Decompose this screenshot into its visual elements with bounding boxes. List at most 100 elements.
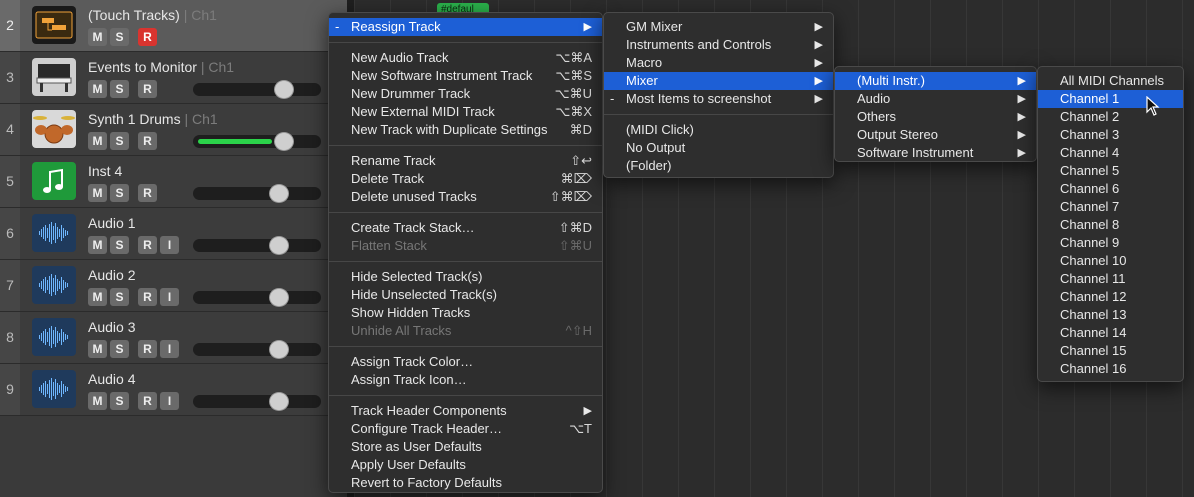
input-monitor-button[interactable]: I bbox=[160, 340, 179, 358]
menu-item-mixer[interactable]: Mixer ▶ bbox=[604, 72, 833, 90]
menu-item-assign-track-icon[interactable]: Assign Track Icon… bbox=[329, 371, 602, 389]
record-enable-button[interactable]: R bbox=[138, 288, 157, 306]
track-row[interactable]: 9 Audio 4 MSRI bbox=[0, 364, 347, 416]
track-name[interactable]: Audio 1 bbox=[88, 215, 135, 231]
menu-item-delete-unused-tracks[interactable]: Delete unused Tracks ⇧⌘⌦ bbox=[329, 188, 602, 206]
track-row[interactable]: 6 Audio 1 MSRI bbox=[0, 208, 347, 260]
volume-slider[interactable] bbox=[193, 340, 321, 359]
track-row[interactable]: 4 Synth 1 Drums | Ch1 M S R bbox=[0, 104, 347, 156]
menu-item-channel-4[interactable]: Channel 4 bbox=[1038, 144, 1183, 162]
volume-knob[interactable] bbox=[269, 288, 289, 307]
mute-button[interactable]: M bbox=[88, 340, 107, 358]
menu-item-store-as-user-defaults[interactable]: Store as User Defaults bbox=[329, 438, 602, 456]
menu-item-new-external-midi-track[interactable]: New External MIDI Track ⌥⌘X bbox=[329, 103, 602, 121]
track-name[interactable]: Synth 1 Drums | Ch1 bbox=[88, 111, 218, 127]
menu-item-new-audio-track[interactable]: New Audio Track ⌥⌘A bbox=[329, 49, 602, 67]
track-row[interactable]: 5 Inst 4 MSR bbox=[0, 156, 347, 208]
mute-button[interactable]: M bbox=[88, 236, 107, 254]
menu-item-apply-user-defaults[interactable]: Apply User Defaults bbox=[329, 456, 602, 474]
track-name[interactable]: Audio 2 bbox=[88, 267, 135, 283]
input-monitor-button[interactable]: I bbox=[160, 288, 179, 306]
menu-item-multi-instr[interactable]: (Multi Instr.) ▶ bbox=[835, 72, 1036, 90]
menu-item-rename-track[interactable]: Rename Track ⇧↩ bbox=[329, 152, 602, 170]
volume-knob[interactable] bbox=[269, 184, 289, 203]
menu-item-channel-3[interactable]: Channel 3 bbox=[1038, 126, 1183, 144]
menu-item-channel-16[interactable]: Channel 16 bbox=[1038, 360, 1183, 378]
menu-item-track-header-components[interactable]: Track Header Components ▶ bbox=[329, 402, 602, 420]
solo-button[interactable]: S bbox=[110, 236, 129, 254]
menu-item-show-hidden-tracks[interactable]: Show Hidden Tracks bbox=[329, 304, 602, 322]
menu-item-channel-6[interactable]: Channel 6 bbox=[1038, 180, 1183, 198]
menu-item-channel-9[interactable]: Channel 9 bbox=[1038, 234, 1183, 252]
record-enable-button[interactable]: R bbox=[138, 80, 157, 98]
menu-item-revert-to-factory-defaults[interactable]: Revert to Factory Defaults bbox=[329, 474, 602, 492]
volume-slider[interactable] bbox=[193, 392, 321, 411]
volume-knob[interactable] bbox=[269, 392, 289, 411]
volume-knob[interactable] bbox=[274, 80, 294, 99]
input-monitor-button[interactable]: I bbox=[160, 392, 179, 410]
menu-item-channel-8[interactable]: Channel 8 bbox=[1038, 216, 1183, 234]
track-name[interactable]: Audio 4 bbox=[88, 371, 135, 387]
solo-button[interactable]: S bbox=[110, 392, 129, 410]
track-name[interactable]: Events to Monitor | Ch1 bbox=[88, 59, 234, 75]
volume-slider[interactable] bbox=[193, 236, 321, 255]
mute-button[interactable]: M bbox=[88, 392, 107, 410]
menu-item-new-software-instrument-track[interactable]: New Software Instrument Track ⌥⌘S bbox=[329, 67, 602, 85]
track-row[interactable]: 2 (Touch Tracks) | Ch1 M S R bbox=[0, 0, 347, 52]
menu-item-channel-10[interactable]: Channel 10 bbox=[1038, 252, 1183, 270]
menu-item-all-midi-channels[interactable]: All MIDI Channels bbox=[1038, 72, 1183, 90]
menu-item-channel-5[interactable]: Channel 5 bbox=[1038, 162, 1183, 180]
menu-item-most-items-to-screenshot[interactable]: - Most Items to screenshot ▶ bbox=[604, 90, 833, 108]
mute-button[interactable]: M bbox=[88, 184, 107, 202]
record-enable-button[interactable]: R bbox=[138, 392, 157, 410]
record-enable-button[interactable]: R bbox=[138, 184, 157, 202]
menu-item-channel-11[interactable]: Channel 11 bbox=[1038, 270, 1183, 288]
menu-item-macro[interactable]: Macro ▶ bbox=[604, 54, 833, 72]
menu-item-channel-14[interactable]: Channel 14 bbox=[1038, 324, 1183, 342]
track-row[interactable]: 3 Events to Monitor | Ch1 M S R bbox=[0, 52, 347, 104]
menu-item-channel-2[interactable]: Channel 2 bbox=[1038, 108, 1183, 126]
volume-slider[interactable] bbox=[193, 288, 321, 307]
menu-item-assign-track-color[interactable]: Assign Track Color… bbox=[329, 353, 602, 371]
menu-item-new-drummer-track[interactable]: New Drummer Track ⌥⌘U bbox=[329, 85, 602, 103]
volume-slider[interactable] bbox=[193, 184, 321, 203]
track-name[interactable]: Inst 4 bbox=[88, 163, 122, 179]
solo-button[interactable]: S bbox=[110, 288, 129, 306]
input-monitor-button[interactable]: I bbox=[160, 236, 179, 254]
menu-item-instruments-and-controls[interactable]: Instruments and Controls ▶ bbox=[604, 36, 833, 54]
menu-item-channel-1[interactable]: Channel 1 bbox=[1038, 90, 1183, 108]
menu-item-channel-12[interactable]: Channel 12 bbox=[1038, 288, 1183, 306]
menu-item-audio[interactable]: Audio ▶ bbox=[835, 90, 1036, 108]
mute-button[interactable]: M bbox=[88, 28, 107, 46]
menu-item-channel-13[interactable]: Channel 13 bbox=[1038, 306, 1183, 324]
solo-button[interactable]: S bbox=[110, 340, 129, 358]
mute-button[interactable]: M bbox=[88, 288, 107, 306]
record-enable-button[interactable]: R bbox=[138, 340, 157, 358]
menu-item-channel-7[interactable]: Channel 7 bbox=[1038, 198, 1183, 216]
track-name[interactable]: (Touch Tracks) | Ch1 bbox=[88, 7, 217, 23]
menu-item-output-stereo[interactable]: Output Stereo ▶ bbox=[835, 126, 1036, 144]
record-enable-button[interactable]: R bbox=[138, 132, 157, 150]
volume-slider[interactable] bbox=[193, 80, 321, 99]
solo-button[interactable]: S bbox=[110, 80, 129, 98]
volume-slider[interactable] bbox=[193, 132, 321, 151]
menu-item-folder[interactable]: (Folder) bbox=[604, 157, 833, 175]
menu-item-create-track-stack[interactable]: Create Track Stack… ⇧⌘D bbox=[329, 219, 602, 237]
menu-item-no-output[interactable]: No Output bbox=[604, 139, 833, 157]
menu-item-hide-selected-track-s[interactable]: Hide Selected Track(s) bbox=[329, 268, 602, 286]
mute-button[interactable]: M bbox=[88, 132, 107, 150]
solo-button[interactable]: S bbox=[110, 132, 129, 150]
track-row[interactable]: 8 Audio 3 MSRI bbox=[0, 312, 347, 364]
volume-knob[interactable] bbox=[269, 340, 289, 359]
menu-item-reassign-track[interactable]: - Reassign Track ▶ bbox=[329, 18, 602, 36]
menu-item-others[interactable]: Others ▶ bbox=[835, 108, 1036, 126]
record-enable-button[interactable]: R bbox=[138, 28, 157, 46]
record-enable-button[interactable]: R bbox=[138, 236, 157, 254]
track-name[interactable]: Audio 3 bbox=[88, 319, 135, 335]
volume-knob[interactable] bbox=[269, 236, 289, 255]
solo-button[interactable]: S bbox=[110, 184, 129, 202]
track-row[interactable]: 7 Audio 2 MSRI bbox=[0, 260, 347, 312]
volume-knob[interactable] bbox=[274, 132, 294, 151]
solo-button[interactable]: S bbox=[110, 28, 129, 46]
menu-item-gm-mixer[interactable]: GM Mixer ▶ bbox=[604, 18, 833, 36]
